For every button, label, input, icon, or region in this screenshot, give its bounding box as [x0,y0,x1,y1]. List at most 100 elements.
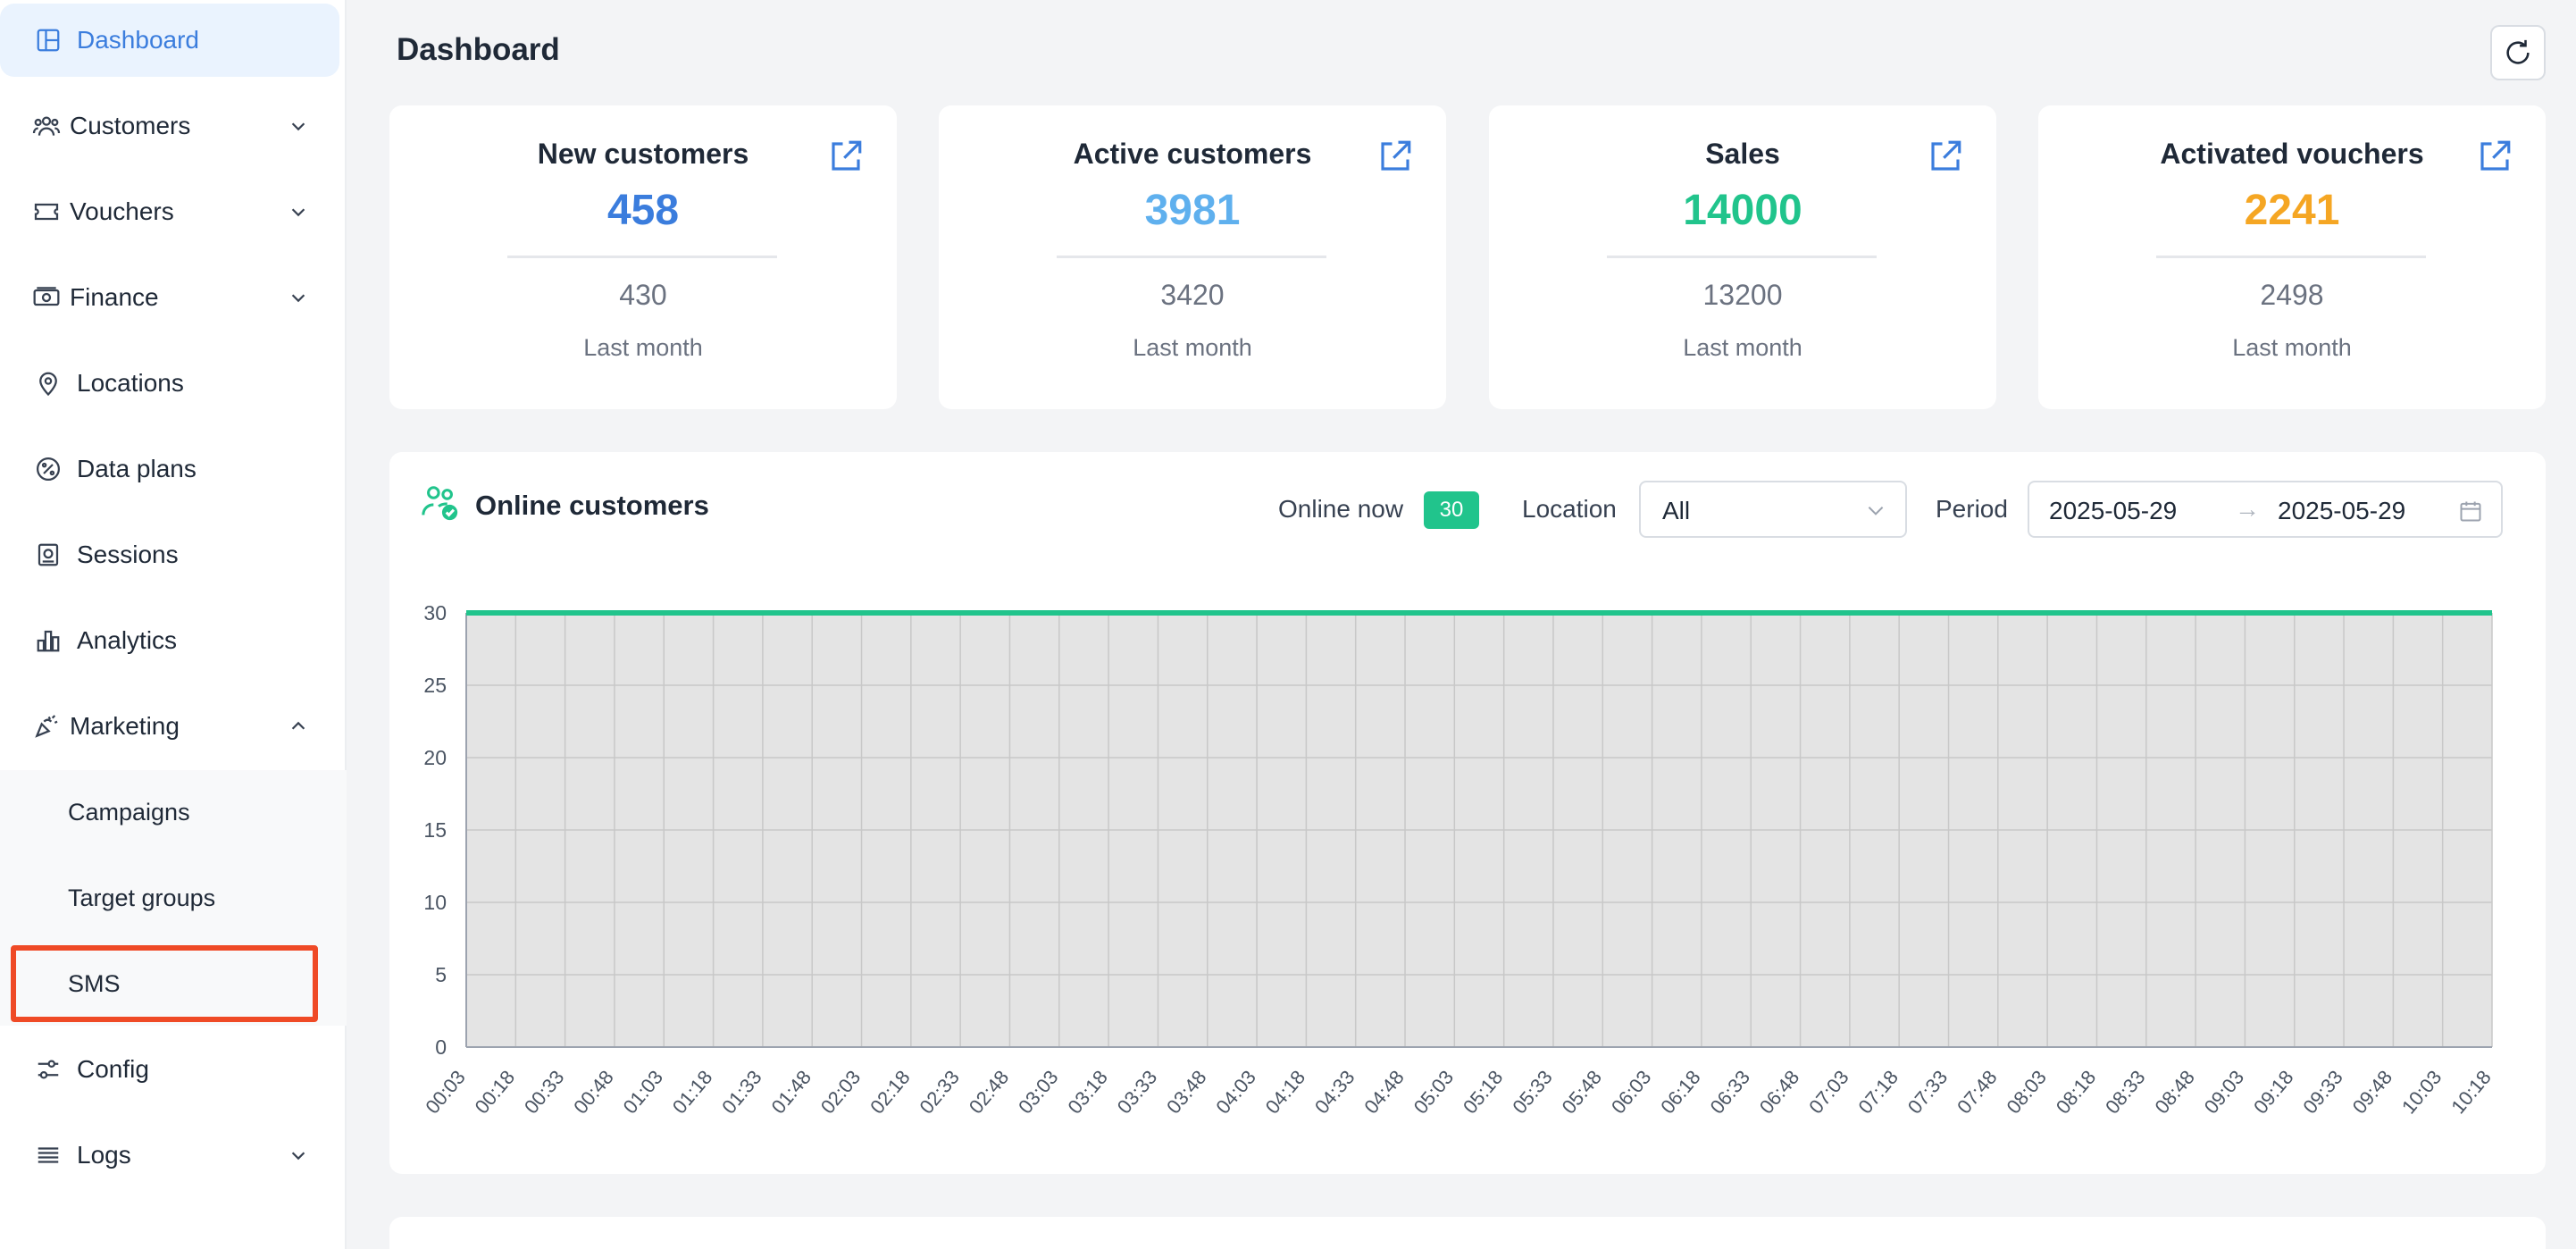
x-tick-label: 01:18 [668,1066,717,1118]
sidebar-item-vouchers[interactable]: Vouchers [0,175,347,248]
session-icon [32,539,64,571]
x-tick-label: 07:18 [1853,1066,1903,1118]
sidebar-item-label: Logs [77,1141,131,1169]
x-tick-label: 00:48 [569,1066,618,1118]
refresh-icon [2506,39,2530,64]
chevron-down-icon [286,1143,311,1168]
sidebar-subitem-label: Target groups [68,884,216,911]
sidebar-item-config[interactable]: Config [0,1033,347,1106]
stat-previous-value: 13200 [1702,279,1783,311]
percent-badge-icon [32,453,64,485]
sidebar-item-sessions[interactable]: Sessions [0,518,347,591]
sidebar-subitem-campaigns[interactable]: Campaigns [0,775,347,849]
x-tick-label: 00:18 [471,1066,520,1118]
x-tick-label: 03:48 [1162,1066,1211,1118]
online-customers-card: Online customers Online now 30 Location … [389,452,2546,1174]
stat-value: 14000 [1683,187,1802,234]
sidebar-subitem-label: SMS [68,969,121,997]
sidebar-subitem-sms[interactable]: SMS [0,947,347,1020]
x-tick-label: 09:03 [2200,1066,2249,1118]
sidebar-item-analytics[interactable]: Analytics [0,604,347,677]
x-tick-label: 06:03 [1607,1066,1656,1118]
external-link-icon[interactable] [2476,138,2513,175]
x-tick-label: 06:18 [1656,1066,1705,1118]
refresh-button[interactable] [2490,25,2546,80]
stat-title: Activated vouchers [2160,138,2424,170]
sidebar-subitem-target-groups[interactable]: Target groups [0,861,347,935]
sidebar-subitem-label: Campaigns [68,798,190,826]
x-tick-label: 05:03 [1409,1066,1459,1118]
stat-title: Active customers [1073,138,1312,170]
sidebar-item-label: Marketing [70,712,180,740]
y-tick-label: 10 [423,891,447,914]
x-tick-label: 02:18 [866,1066,915,1118]
megaphone-icon [30,710,63,742]
y-tick-label: 20 [423,746,447,769]
list-icon [32,1139,64,1171]
x-tick-label: 10:03 [2397,1066,2446,1118]
x-tick-label: 03:33 [1113,1066,1162,1118]
page-title: Dashboard [397,32,560,67]
x-tick-label: 05:33 [1508,1066,1557,1118]
sidebar-item-locations[interactable]: Locations [0,347,347,420]
stat-value: 3981 [1144,187,1241,234]
sidebar-item-logs[interactable]: Logs [0,1119,347,1192]
stat-subtitle: Last month [583,334,703,361]
stat-subtitle: Last month [2232,334,2352,361]
external-link-icon[interactable] [1376,138,1414,175]
sidebar-item-label: Data plans [77,455,197,482]
x-tick-label: 10:18 [2446,1066,2496,1118]
y-tick-label: 30 [423,601,447,624]
x-tick-label: 04:48 [1359,1066,1409,1118]
stat-card-activated-vouchers: Activated vouchers 2241 2498 Last month [2038,105,2546,409]
x-tick-label: 07:33 [1903,1066,1953,1118]
bar-chart-icon [32,624,64,657]
sidebar-item-label: Customers [70,112,191,139]
sidebar: Dashboard Customers Vouchers Finance Loc… [0,0,347,1249]
x-tick-label: 00:33 [520,1066,569,1118]
x-tick-label: 05:48 [1558,1066,1607,1118]
sidebar-item-dashboard[interactable]: Dashboard [0,4,339,77]
money-icon [30,281,63,314]
sidebar-item-label: Config [77,1055,149,1083]
y-tick-label: 0 [435,1035,447,1059]
online-customers-chart: 05101520253000:03 00:18 00:33 00:48 01:03 01:… [421,601,2496,1118]
external-link-icon[interactable] [1927,138,1964,175]
x-tick-label: 07:48 [1953,1066,2002,1118]
x-tick-label: 02:03 [816,1066,866,1118]
sidebar-item-data-plans[interactable]: Data plans [0,432,347,506]
sidebar-item-label: Sessions [77,541,179,568]
x-tick-label: 01:33 [717,1066,766,1118]
location-pin-icon [32,367,64,399]
chevron-down-icon [286,199,311,224]
stat-card-sales: Sales 14000 13200 Last month [1489,105,1996,409]
ticket-icon [30,196,63,228]
stat-title: Sales [1705,138,1780,170]
divider [507,256,777,258]
stat-subtitle: Last month [1133,334,1252,361]
x-tick-label: 09:48 [2348,1066,2397,1118]
y-tick-label: 5 [435,963,447,986]
external-link-icon[interactable] [827,138,865,175]
sidebar-item-label: Vouchers [70,197,174,225]
x-tick-label: 08:18 [2052,1066,2101,1118]
x-tick-label: 05:18 [1459,1066,1508,1118]
stat-value: 458 [606,187,680,234]
x-tick-label: 02:33 [915,1066,964,1118]
stat-previous-value: 2498 [2260,279,2324,311]
sidebar-item-finance[interactable]: Finance [0,261,347,334]
sidebar-item-customers[interactable]: Customers [0,89,347,163]
x-tick-label: 06:48 [1755,1066,1804,1118]
x-tick-label: 01:48 [767,1066,816,1118]
stat-card-active-customers: Active customers 3981 3420 Last month [939,105,1446,409]
dashboard-icon [32,24,64,56]
sidebar-item-label: Locations [77,369,184,397]
x-tick-label: 01:03 [619,1066,668,1118]
stat-card-new-customers: New customers 458 430 Last month [389,105,897,409]
sidebar-item-label: Analytics [77,626,178,654]
sidebar-item-marketing[interactable]: Marketing [0,690,347,763]
divider [1057,256,1326,258]
stat-previous-value: 430 [619,279,667,311]
chevron-up-icon [286,714,311,739]
x-tick-label: 06:33 [1706,1066,1755,1118]
